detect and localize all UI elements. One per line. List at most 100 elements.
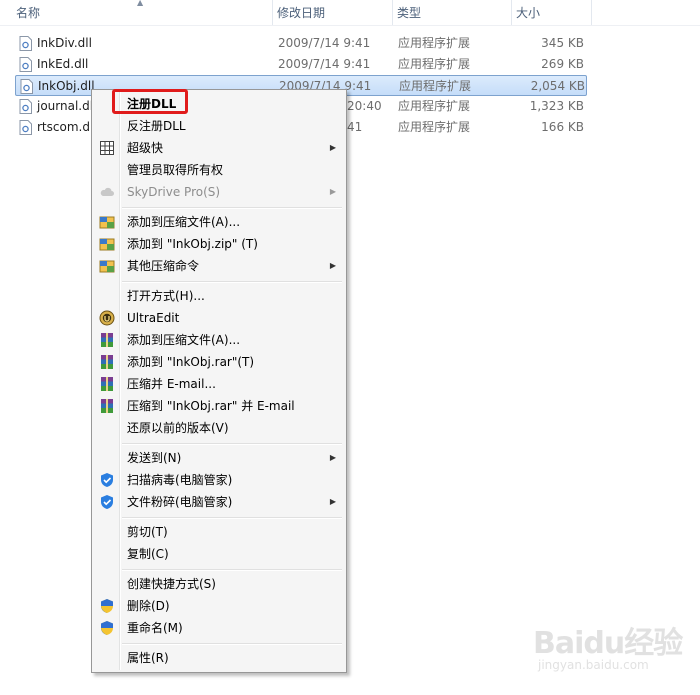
file-name: InkDiv.dll: [37, 36, 92, 50]
menu-item-rename[interactable]: 重命名(M): [94, 617, 344, 639]
shield-icon: [101, 495, 113, 509]
column-size[interactable]: 大小: [512, 0, 592, 25]
uac-shield-icon: [101, 621, 113, 635]
menu-item-label: 剪切(T): [127, 525, 168, 539]
file-row[interactable]: InkDiv.dll 2009/7/14 9:41 应用程序扩展 345 KB: [15, 33, 587, 54]
menu-item-send-to[interactable]: 发送到(N) ▶: [94, 447, 344, 469]
menu-item-copy[interactable]: 复制(C): [94, 543, 344, 565]
menu-item-label: 重命名(M): [127, 621, 183, 635]
winrar-icon: [101, 333, 113, 347]
submenu-arrow-icon: ▶: [329, 143, 336, 152]
sort-up-icon: ▲: [137, 0, 144, 7]
menu-item-label: 删除(D): [127, 599, 170, 613]
menu-item-label: 添加到 "InkObj.zip" (T): [127, 237, 258, 251]
uac-shield-icon: [101, 599, 113, 613]
submenu-arrow-icon: ▶: [329, 497, 336, 506]
watermark-logo: Baidu经验: [533, 626, 683, 661]
menu-item-cut[interactable]: 剪切(T): [94, 521, 344, 543]
menu-item-label: 压缩并 E-mail...: [127, 377, 216, 391]
file-name: rtscom.dl: [37, 120, 94, 134]
archive-icon: [99, 216, 115, 229]
winrar-icon: [101, 377, 113, 391]
menu-item-delete[interactable]: 删除(D): [94, 595, 344, 617]
menu-item-ultraedit[interactable]: UltraEdit: [94, 307, 344, 329]
file-type: 应用程序扩展: [398, 36, 471, 50]
archive-icon: [99, 260, 115, 273]
menu-item-label: 添加到压缩文件(A)...: [127, 333, 241, 347]
menu-item-label: 扫描病毒(电脑管家): [127, 473, 233, 487]
dll-file-icon: [19, 36, 32, 51]
shield-icon: [101, 473, 113, 487]
file-size: 269 KB: [541, 57, 584, 71]
file-date: 41: [347, 120, 363, 134]
menu-separator: [122, 281, 342, 283]
menu-item-label: 复制(C): [127, 547, 169, 561]
file-type: 应用程序扩展: [398, 57, 471, 71]
menu-item-create-shortcut[interactable]: 创建快捷方式(S): [94, 573, 344, 595]
menu-item-other-compress[interactable]: 其他压缩命令 ▶: [94, 255, 344, 277]
menu-separator: [122, 569, 342, 571]
menu-separator: [122, 443, 342, 445]
menu-item-label: 还原以前的版本(V): [127, 421, 229, 435]
menu-item-unregister-dll[interactable]: 反注册DLL: [94, 115, 344, 137]
menu-separator: [122, 643, 342, 645]
menu-item-add-to-archive[interactable]: 添加到压缩文件(A)...: [94, 211, 344, 233]
menu-separator: [122, 517, 342, 519]
archive-icon: [99, 238, 115, 251]
ultraedit-icon: [99, 310, 115, 326]
menu-item-label: 反注册DLL: [127, 119, 186, 133]
dll-file-icon: [20, 79, 33, 94]
winrar-icon: [101, 399, 113, 413]
file-name: InkEd.dll: [37, 57, 89, 71]
menu-item-open-with[interactable]: 打开方式(H)...: [94, 285, 344, 307]
menu-item-label: UltraEdit: [127, 311, 180, 325]
menu-item-add-to-rar[interactable]: 添加到 "InkObj.rar"(T): [94, 351, 344, 373]
file-type: 应用程序扩展: [399, 79, 472, 93]
file-size: 1,323 KB: [529, 99, 584, 113]
dll-file-icon: [19, 57, 32, 72]
file-size: 345 KB: [541, 36, 584, 50]
menu-item-label: 其他压缩命令: [127, 259, 200, 273]
menu-item-compress-email[interactable]: 压缩并 E-mail...: [94, 373, 344, 395]
menu-item-label: SkyDrive Pro(S): [127, 185, 221, 199]
menu-item-restore-previous[interactable]: 还原以前的版本(V): [94, 417, 344, 439]
submenu-arrow-icon: ▶: [329, 261, 336, 270]
dll-file-icon: [19, 99, 32, 114]
file-date: 2009/7/14 9:41: [278, 57, 371, 71]
menu-item-scan-virus[interactable]: 扫描病毒(电脑管家): [94, 469, 344, 491]
menu-item-label: 管理员取得所有权: [127, 163, 224, 177]
watermark-url: jingyan.baidu.com: [538, 658, 649, 672]
winrar-icon: [101, 355, 113, 369]
cloud-icon: [100, 187, 114, 196]
menu-item-add-to-zip[interactable]: 添加到 "InkObj.zip" (T): [94, 233, 344, 255]
menu-item-properties[interactable]: 属性(R): [94, 647, 344, 669]
menu-item-label: 创建快捷方式(S): [127, 577, 216, 591]
file-row[interactable]: InkEd.dll 2009/7/14 9:41 应用程序扩展 269 KB: [15, 54, 587, 75]
column-date[interactable]: 修改日期: [273, 0, 393, 25]
column-type[interactable]: 类型: [393, 0, 512, 25]
menu-item-skydrive[interactable]: SkyDrive Pro(S) ▶: [94, 181, 344, 203]
file-type: 应用程序扩展: [398, 99, 471, 113]
file-type: 应用程序扩展: [398, 120, 471, 134]
menu-item-label: 添加到压缩文件(A)...: [127, 215, 241, 229]
menu-item-label: 压缩到 "InkObj.rar" 并 E-mail: [127, 399, 295, 413]
menu-item-label: 打开方式(H)...: [127, 289, 205, 303]
menu-item-label: 文件粉碎(电脑管家): [127, 495, 233, 509]
menu-item-compress-rar-email[interactable]: 压缩到 "InkObj.rar" 并 E-mail: [94, 395, 344, 417]
file-size: 166 KB: [541, 120, 584, 134]
menu-item-superclip[interactable]: 超级快 ▶: [94, 137, 344, 159]
menu-item-take-ownership[interactable]: 管理员取得所有权: [94, 159, 344, 181]
file-name: InkObj.dll: [38, 79, 95, 93]
file-name: journal.dl: [37, 99, 94, 113]
menu-item-label: 超级快: [127, 141, 164, 155]
submenu-arrow-icon: ▶: [329, 187, 336, 196]
menu-item-shred-file[interactable]: 文件粉碎(电脑管家) ▶: [94, 491, 344, 513]
menu-item-add-to-archive-rar[interactable]: 添加到压缩文件(A)...: [94, 329, 344, 351]
file-size: 2,054 KB: [530, 79, 585, 93]
baidu-watermark: Baidu经验 jingyan.baidu.com: [528, 618, 693, 688]
file-date: 2009/7/14 9:41: [278, 36, 371, 50]
menu-item-label: 属性(R): [127, 651, 169, 665]
menu-separator: [122, 207, 342, 209]
column-header: 名称 ▲ 修改日期 类型 大小: [0, 0, 700, 26]
context-menu: 注册DLL 反注册DLL 超级快 ▶ 管理员取得所有权 SkyDrive Pro…: [91, 89, 347, 673]
